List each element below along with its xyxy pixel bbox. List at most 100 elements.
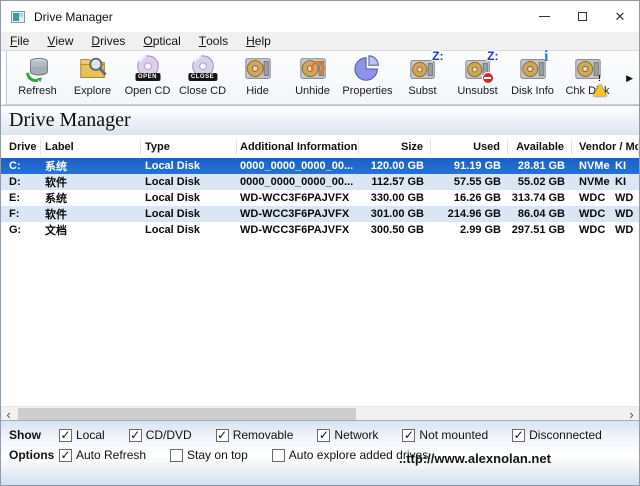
table-row-drive-e[interactable]: E: 系统 Local Disk WD-WCC3F6PAJVFX 330.00 … [1, 190, 639, 206]
menu-drives[interactable]: Drives [82, 32, 134, 50]
checkbox-removable[interactable]: ✓Removable [216, 428, 294, 442]
checkbox-mark: ✓ [59, 449, 72, 462]
checkbox-network[interactable]: ✓Network [317, 428, 378, 442]
checkbox-mark: ✓ [59, 429, 72, 442]
menu-optical[interactable]: Optical [134, 32, 189, 50]
toolbar-label: Unhide [295, 85, 330, 97]
column-header-label[interactable]: Label [41, 139, 141, 155]
toolbar-label: Subst [408, 85, 436, 97]
hard-disk-unhide-icon [297, 53, 329, 84]
column-header-vendor[interactable]: Vendor / Model [572, 139, 639, 155]
app-icon [11, 11, 25, 23]
scrollbar-thumb[interactable] [18, 408, 356, 420]
horizontal-scrollbar[interactable]: ‹ › [1, 406, 639, 420]
table-row-drive-g[interactable]: G: 文档 Local Disk WD-WCC3F6PAJVFX 300.50 … [1, 222, 639, 238]
title-bar: Drive Manager ✕ [1, 1, 639, 32]
checkbox-mark: ✓ [216, 429, 229, 442]
column-header-type[interactable]: Type [141, 139, 237, 155]
menu-file[interactable]: File [1, 32, 38, 50]
open-badge: OPEN [135, 73, 160, 81]
close-badge: CLOSE [188, 73, 217, 81]
refresh-disks-icon [22, 53, 54, 84]
menu-tools[interactable]: Tools [190, 32, 237, 50]
hard-disk-unsubst-icon: Z: [462, 53, 494, 84]
toolbar-label: Close CD [179, 85, 226, 97]
column-header-size[interactable]: Size [359, 139, 431, 155]
checkbox-cd-dvd[interactable]: ✓CD/DVD [129, 428, 192, 442]
toolbar-label: Hide [246, 85, 269, 97]
hard-disk-info-icon: i [517, 53, 549, 84]
properties-button[interactable]: Properties [340, 53, 395, 103]
close-button[interactable]: ✕ [601, 1, 639, 32]
checkbox-mark: ✓ [512, 429, 525, 442]
checkbox-mark: ✓ [129, 429, 142, 442]
show-label: Show [9, 428, 59, 442]
drive-manager-window: Drive Manager ✕ File View Drives Optical… [0, 0, 640, 486]
scroll-right-icon[interactable]: › [624, 407, 639, 421]
toolbar-label: Disk Info [511, 85, 554, 97]
maximize-icon [578, 12, 587, 21]
toolbar: Refresh Explore OPEN [1, 51, 639, 105]
warning-icon: ! [593, 72, 607, 85]
toolbar-overflow-button[interactable]: ▶ [626, 73, 633, 84]
cd-close-icon: CLOSE [187, 53, 219, 84]
hide-button[interactable]: Hide [230, 53, 285, 103]
table-row-drive-d[interactable]: D: 软件 Local Disk 0000_0000_0000_00... 11… [1, 174, 639, 190]
toolbar-label: Explore [74, 85, 111, 97]
window-controls: ✕ [525, 1, 639, 32]
toolbar-label: Properties [342, 85, 392, 97]
hard-disk-subst-icon: Z: [407, 53, 439, 84]
checkbox-mark: ✓ [402, 429, 415, 442]
options-label: Options [9, 448, 59, 462]
folder-search-icon [77, 53, 109, 84]
explore-button[interactable]: Explore [65, 53, 120, 103]
close-icon: ✕ [615, 10, 626, 23]
subst-button[interactable]: Z: Subst [395, 53, 450, 103]
open-cd-button[interactable]: OPEN Open CD [120, 53, 175, 103]
table-header: Drive Label Type Additional Information … [1, 135, 639, 158]
checkbox-mark [170, 449, 183, 462]
window-title: Drive Manager [34, 10, 113, 24]
options-panel: Show ✓Local ✓CD/DVD ✓Removable ✓Network … [1, 420, 639, 485]
show-row: Show ✓Local ✓CD/DVD ✓Removable ✓Network … [9, 428, 635, 442]
column-header-available[interactable]: Available [508, 139, 572, 155]
menu-view[interactable]: View [38, 32, 82, 50]
section-header: Drive Manager [1, 105, 639, 135]
table-row-drive-f[interactable]: F: 软件 Local Disk WD-WCC3F6PAJVFX 301.00 … [1, 206, 639, 222]
chk-disk-button[interactable]: ! Chk Disk [560, 53, 615, 103]
unsubst-button[interactable]: Z: Unsubst [450, 53, 505, 103]
toolbar-label: Open CD [125, 85, 171, 97]
website-link[interactable]: ..ttp://www.alexnolan.net [399, 451, 551, 466]
cd-open-icon: OPEN [132, 53, 164, 84]
drive-list: C: 系统 Local Disk 0000_0000_0000_00... 12… [1, 158, 639, 406]
minimize-button[interactable] [525, 1, 563, 32]
checkbox-stay-on-top[interactable]: Stay on top [170, 448, 248, 462]
page-title: Drive Manager [9, 109, 131, 132]
drive-letter-overlay: Z: [487, 50, 498, 62]
checkbox-not-mounted[interactable]: ✓Not mounted [402, 428, 488, 442]
refresh-button[interactable]: Refresh [10, 53, 65, 103]
checkbox-mark: ✓ [317, 429, 330, 442]
unhide-button[interactable]: Unhide [285, 53, 340, 103]
checkbox-mark [272, 449, 285, 462]
scroll-left-icon[interactable]: ‹ [1, 407, 16, 421]
column-header-drive[interactable]: Drive [1, 139, 41, 155]
hard-disk-warning-icon: ! [572, 53, 604, 84]
remove-icon [482, 72, 494, 84]
disk-info-button[interactable]: i Disk Info [505, 53, 560, 103]
table-row-drive-c[interactable]: C: 系统 Local Disk 0000_0000_0000_00... 12… [1, 158, 639, 174]
drive-letter-overlay: Z: [432, 50, 443, 62]
column-header-used[interactable]: Used [431, 139, 508, 155]
toolbar-label: Refresh [18, 85, 57, 97]
checkbox-auto-refresh[interactable]: ✓Auto Refresh [59, 448, 146, 462]
info-icon: i [544, 49, 548, 65]
column-header-info[interactable]: Additional Information [237, 139, 359, 155]
checkbox-local[interactable]: ✓Local [59, 428, 105, 442]
menu-help[interactable]: Help [237, 32, 280, 50]
minimize-icon [539, 16, 550, 17]
toolbar-label: Unsubst [457, 85, 497, 97]
close-cd-button[interactable]: CLOSE Close CD [175, 53, 230, 103]
checkbox-disconnected[interactable]: ✓Disconnected [512, 428, 602, 442]
maximize-button[interactable] [563, 1, 601, 32]
pie-chart-icon [352, 53, 384, 84]
